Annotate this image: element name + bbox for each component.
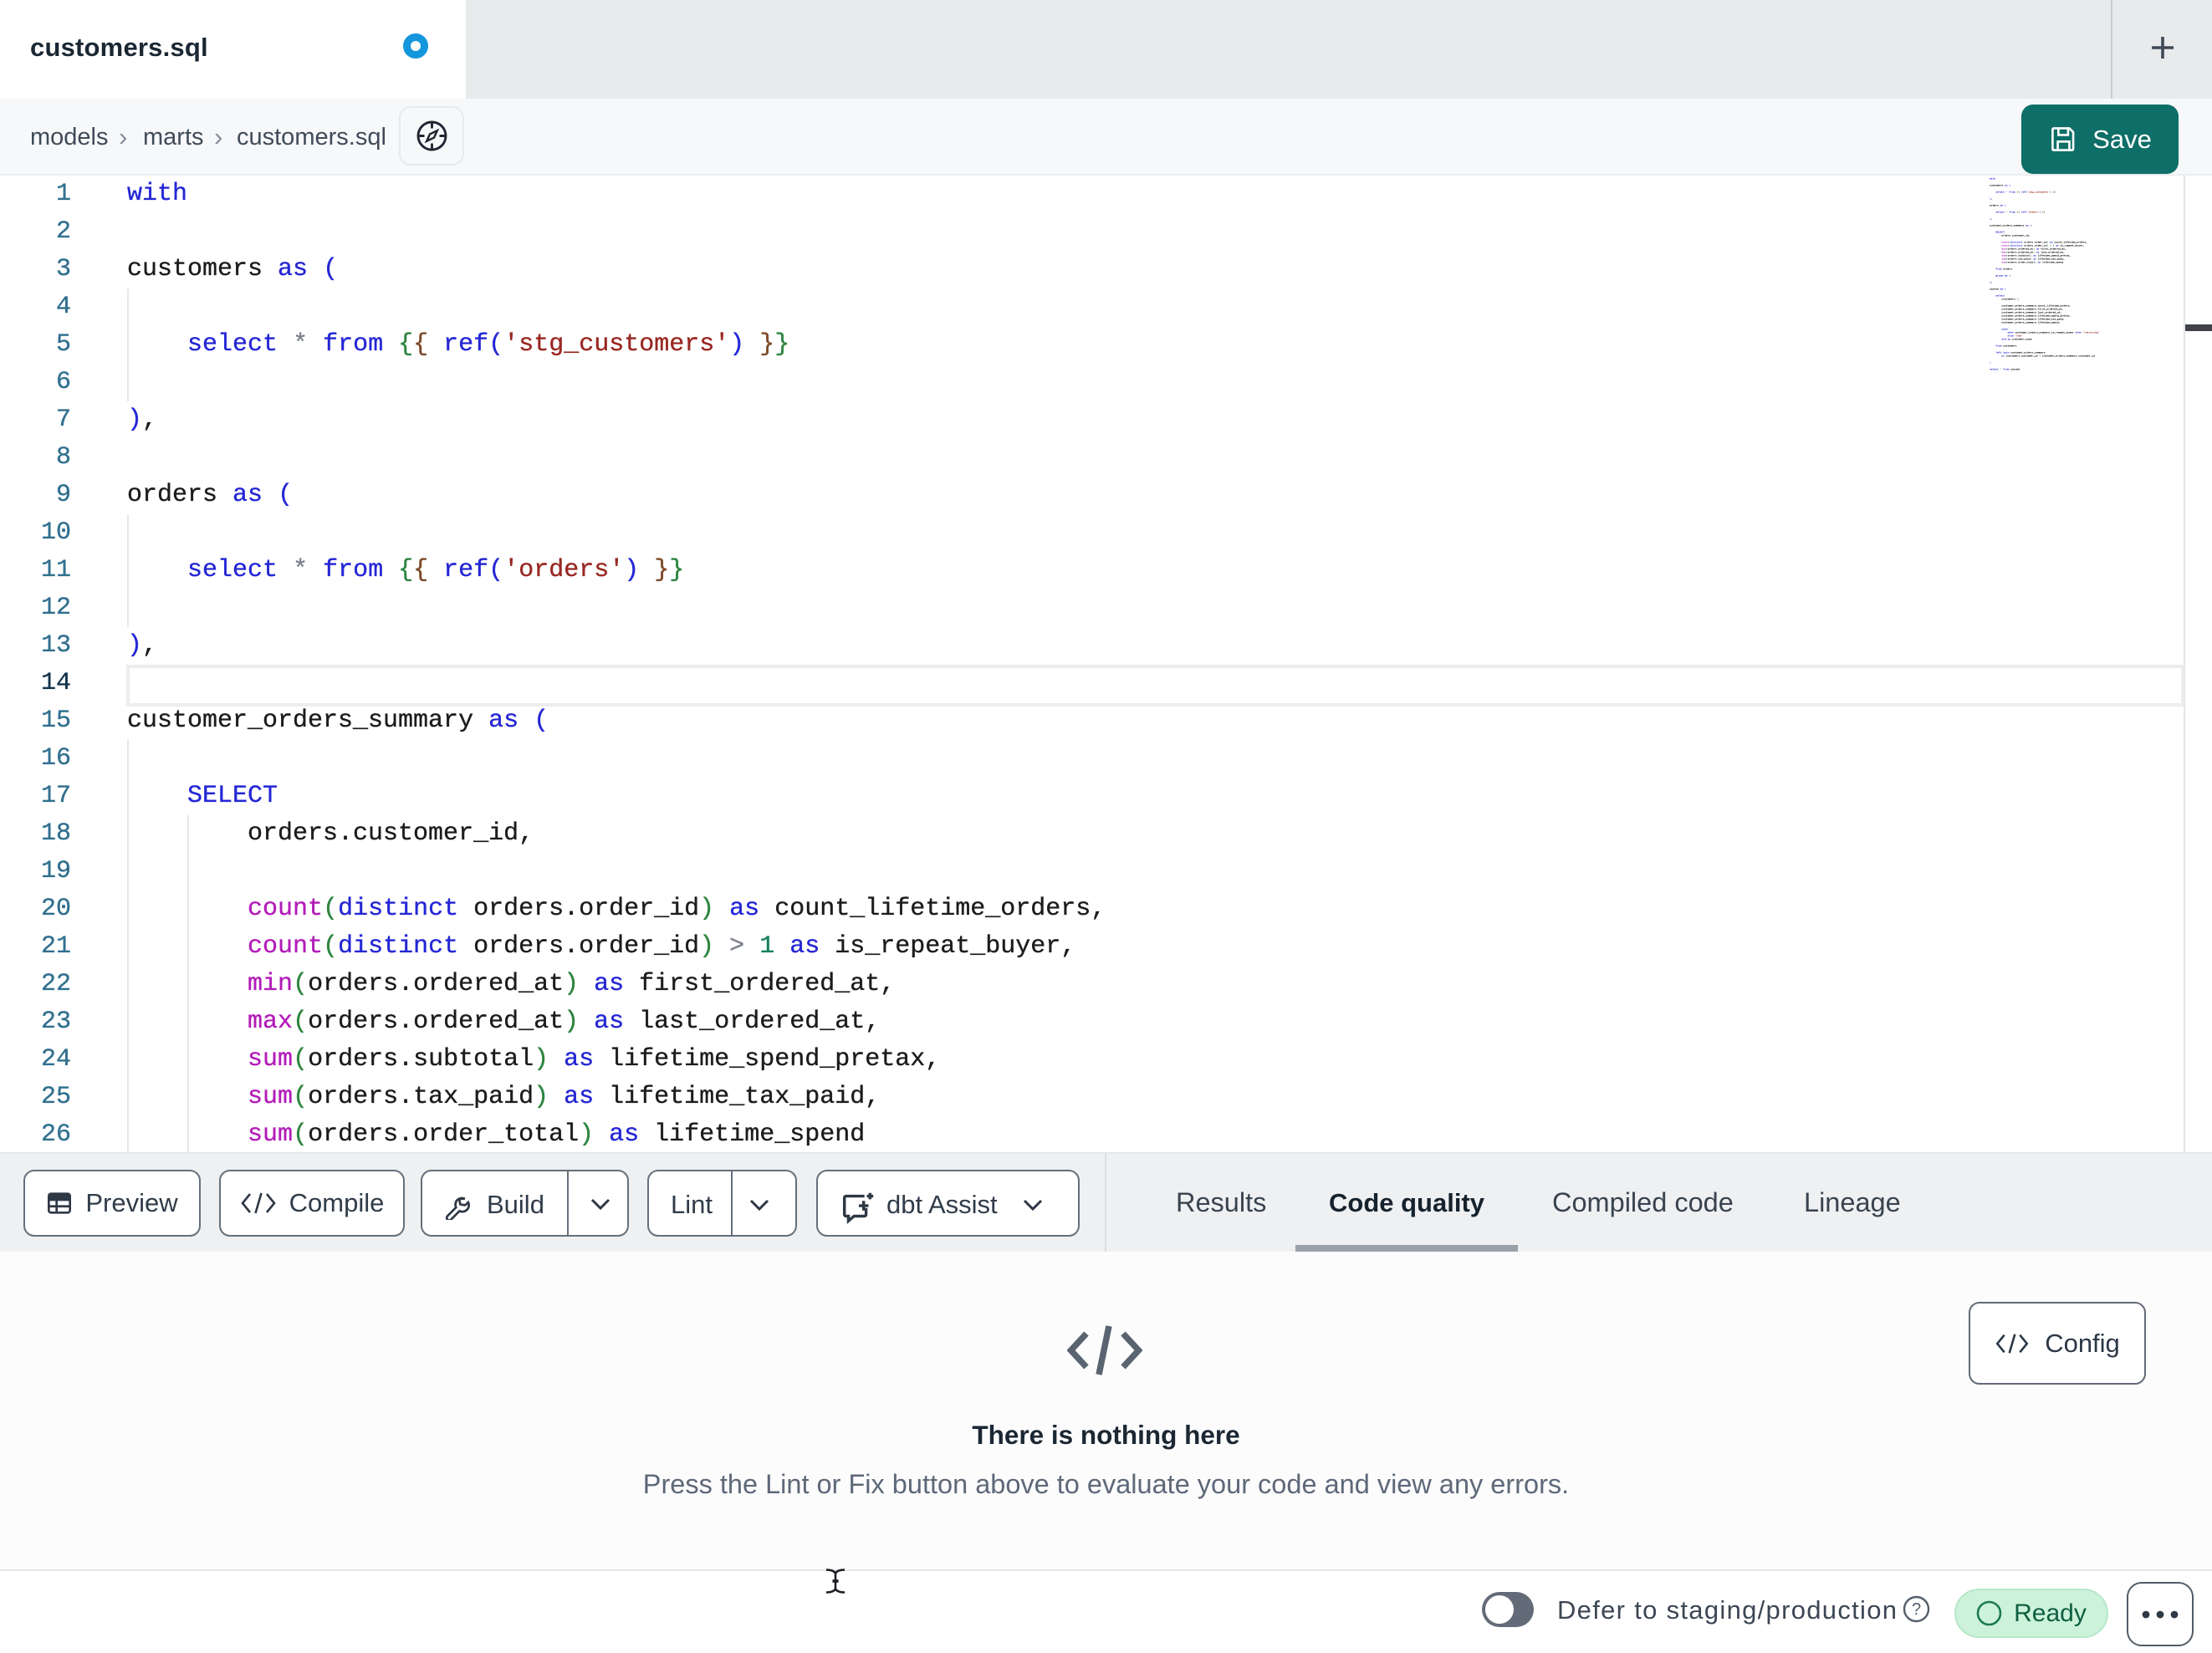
svg-text:?: ? <box>1912 1600 1921 1619</box>
